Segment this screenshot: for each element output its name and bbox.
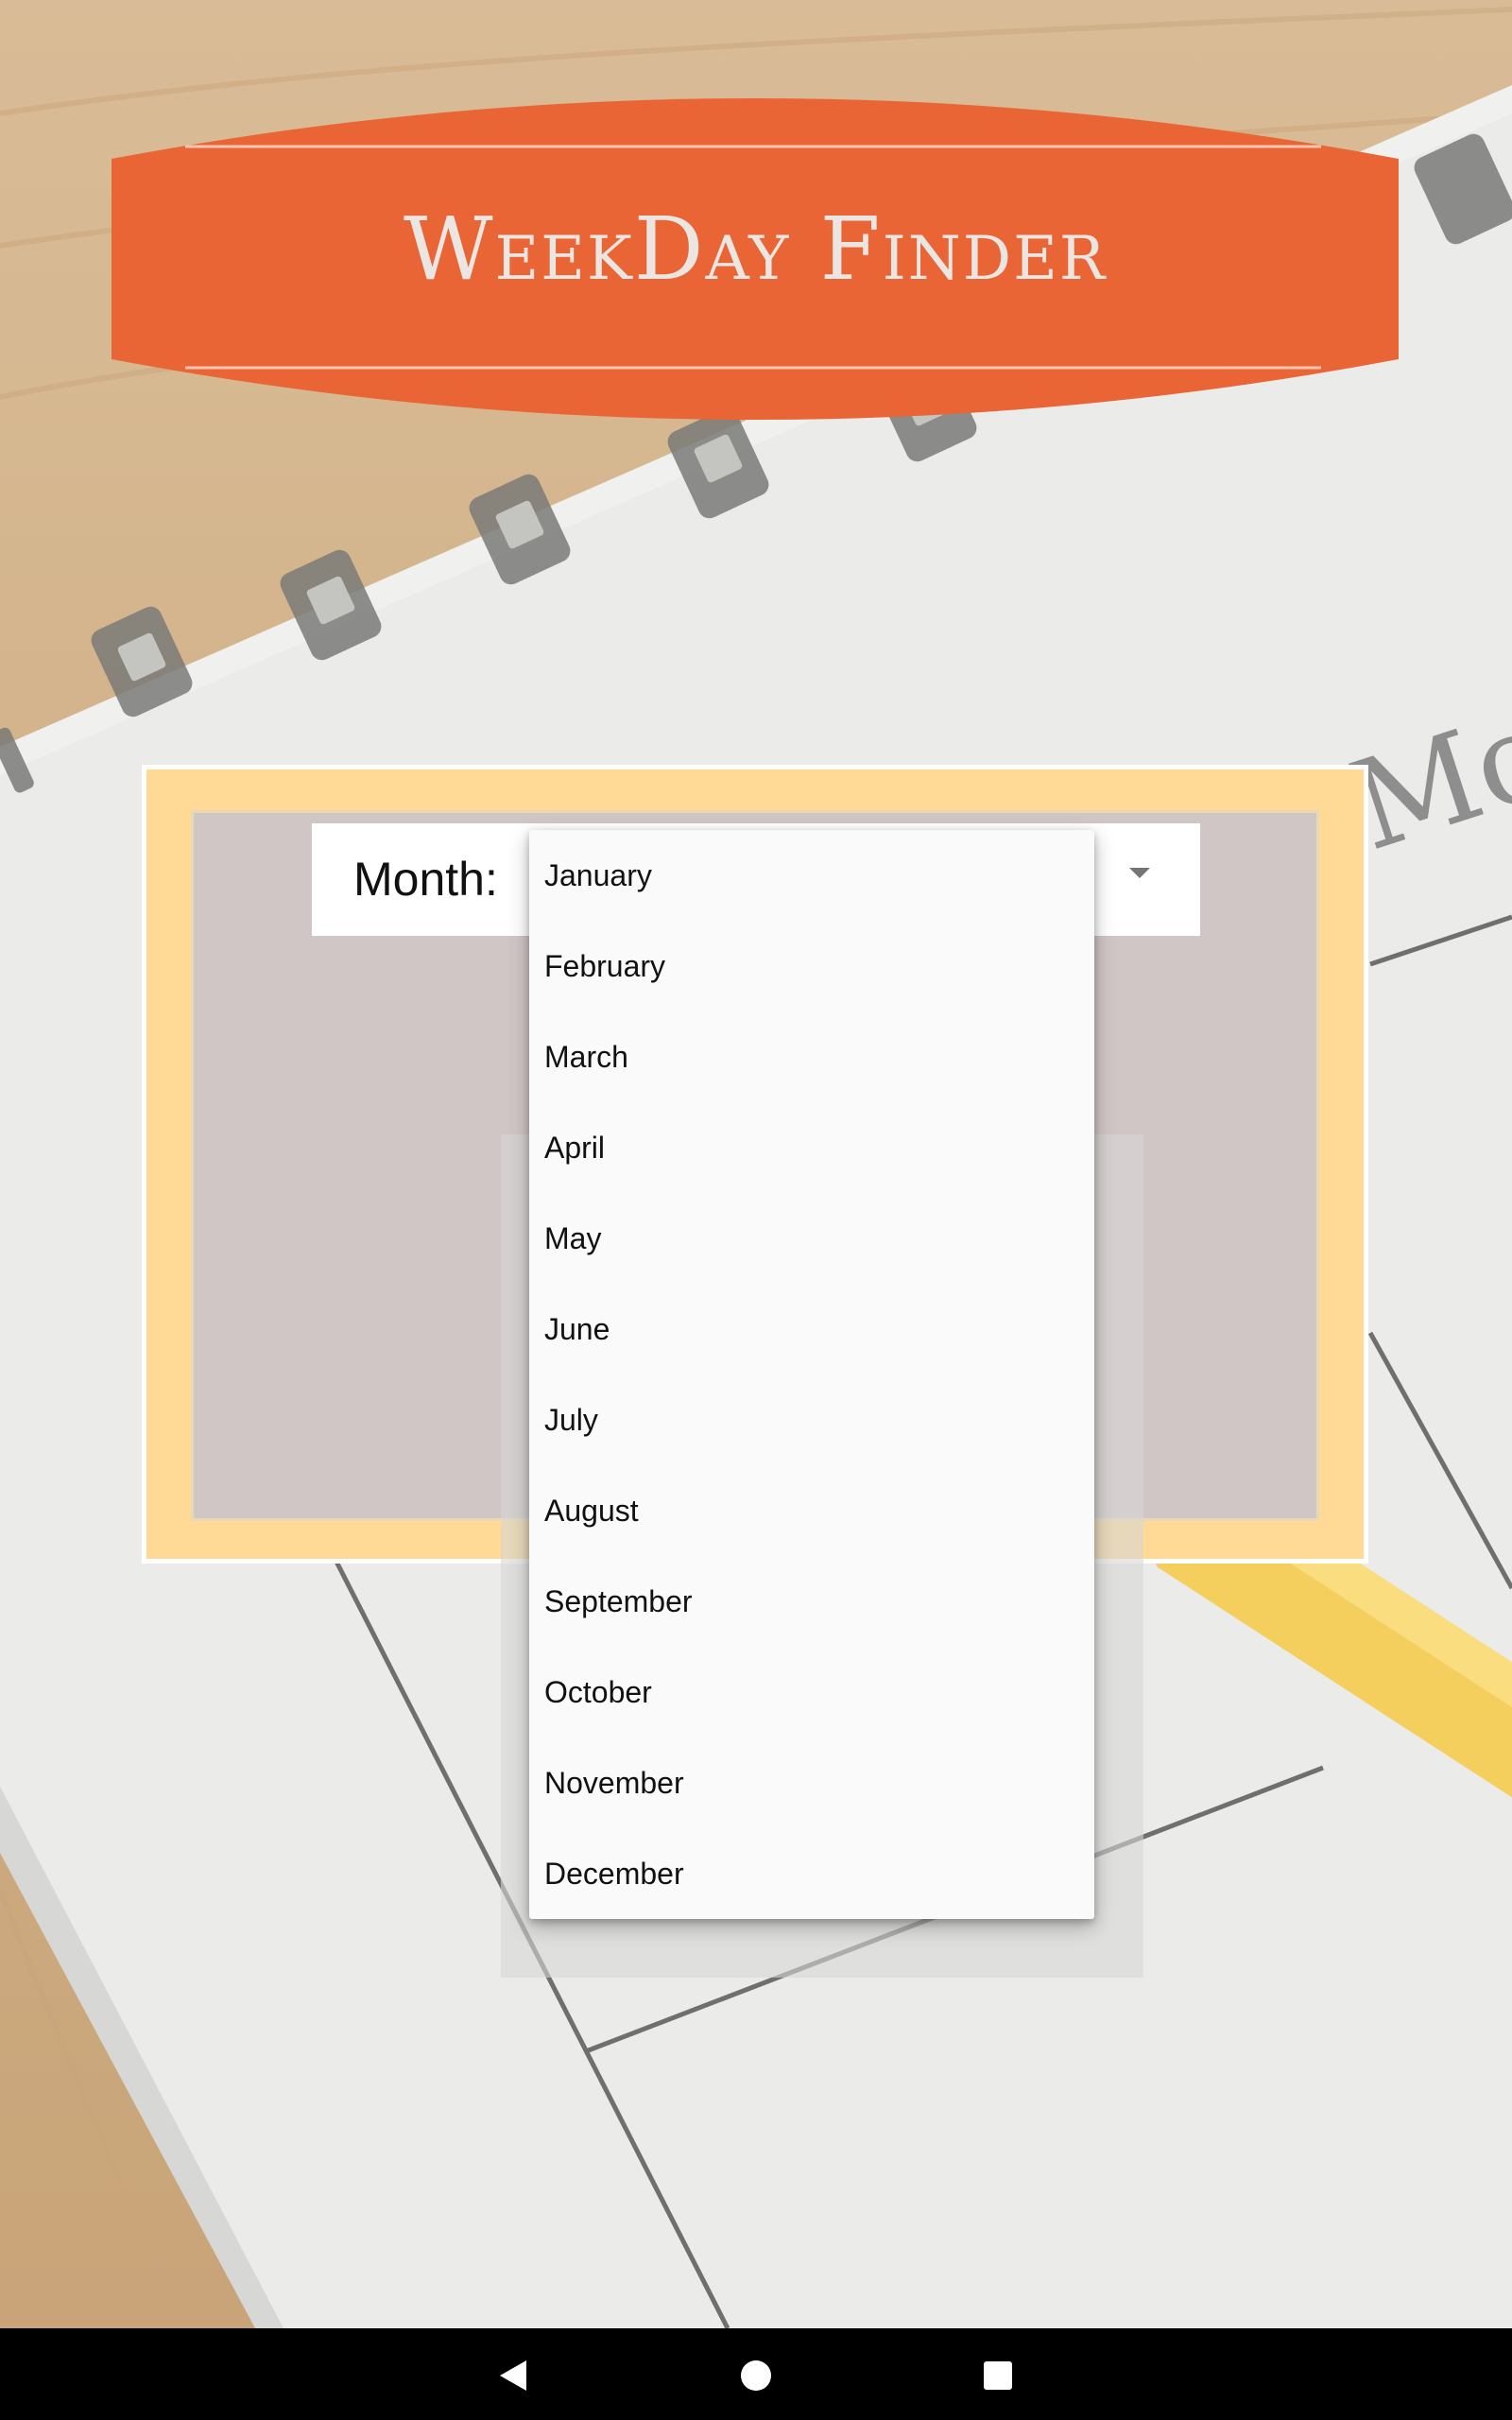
- menu-item-january[interactable]: January: [529, 830, 1094, 921]
- menu-item-august[interactable]: August: [529, 1465, 1094, 1556]
- menu-item-july[interactable]: July: [529, 1374, 1094, 1465]
- system-navigation-bar: [0, 2328, 1512, 2420]
- menu-item-february[interactable]: February: [529, 921, 1094, 1011]
- dropdown-arrow-icon[interactable]: [1129, 868, 1150, 878]
- month-dropdown-menu[interactable]: January February March April May June Ju…: [529, 830, 1094, 1919]
- back-icon[interactable]: [487, 2349, 540, 2402]
- menu-item-december[interactable]: December: [529, 1828, 1094, 1919]
- menu-item-april[interactable]: April: [529, 1102, 1094, 1193]
- menu-item-september[interactable]: September: [529, 1556, 1094, 1647]
- menu-item-june[interactable]: June: [529, 1284, 1094, 1374]
- menu-item-may[interactable]: May: [529, 1193, 1094, 1284]
- recents-icon[interactable]: [971, 2349, 1024, 2402]
- menu-item-march[interactable]: March: [529, 1011, 1094, 1102]
- home-icon[interactable]: [730, 2349, 782, 2402]
- app-title: WeekDay Finder: [403, 199, 1108, 300]
- month-label: Month:: [353, 853, 498, 906]
- title-banner: WeekDay Finder: [112, 95, 1399, 424]
- menu-item-november[interactable]: November: [529, 1737, 1094, 1828]
- menu-item-october[interactable]: October: [529, 1647, 1094, 1737]
